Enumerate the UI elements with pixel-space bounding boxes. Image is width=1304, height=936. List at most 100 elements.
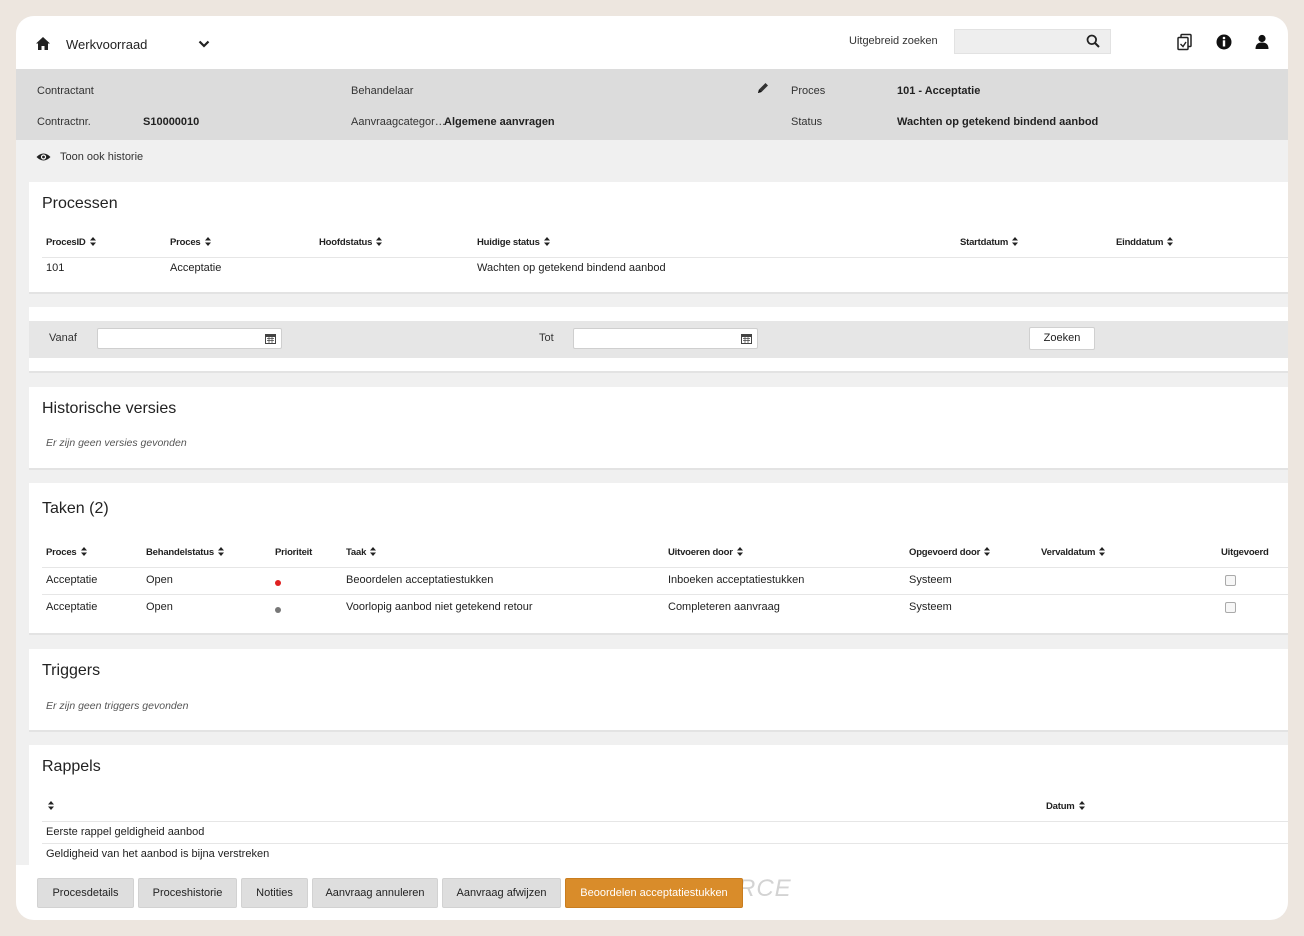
col-prioriteit: Prioriteit [275, 547, 313, 558]
sort-icon [1099, 547, 1106, 556]
task-proces-cell: Acceptatie [46, 601, 98, 613]
task-opgevoerd-door-cell: Systeem [909, 601, 952, 613]
status-label: Status [791, 116, 823, 128]
contractnr-value: S10000010 [143, 116, 200, 128]
col-datum[interactable]: Datum [1046, 801, 1085, 812]
status-value: Wachten op getekend bindend aanbod [897, 116, 1099, 128]
taken-panel: Taken (2) Proces Behandelstatus Priorite… [29, 483, 1288, 635]
top-bar: Werkvoorraad Uitgebreid zoeken [16, 16, 1288, 69]
col-proces[interactable]: Proces [170, 237, 211, 248]
info-icon[interactable] [1215, 33, 1233, 51]
col-proces[interactable]: Proces [46, 547, 87, 558]
beoordelen-acceptatiestukken-button[interactable]: Beoordelen acceptatiestukken [565, 878, 743, 908]
col-taak[interactable]: Taak [346, 547, 377, 558]
historische-versies-panel: Historische versies Er zijn geen versies… [29, 387, 1288, 470]
col-einddatum[interactable]: Einddatum [1116, 237, 1174, 248]
uitgevoerd-checkbox[interactable] [1225, 575, 1236, 586]
rappel-cell: Geldigheid van het aanbod is bijna verst… [46, 848, 270, 860]
vanaf-label: Vanaf [49, 332, 77, 344]
rappel-cell: Eerste rappel geldigheid aanbod [46, 826, 205, 838]
app-title[interactable]: Werkvoorraad [66, 37, 147, 52]
task-taak-cell[interactable]: Beoordelen acceptatiestukken [346, 574, 493, 586]
col-rappel[interactable] [48, 801, 54, 812]
row-divider [42, 594, 1288, 595]
task-uitvoeren-door-cell: Inboeken acceptatiestukken [668, 574, 805, 586]
contract-info-header: Contractant Contractnr. S10000010 Behand… [16, 69, 1288, 140]
notities-button[interactable]: Notities [241, 878, 308, 908]
show-history-label: Toon ook historie [60, 151, 144, 163]
sort-icon [204, 237, 211, 246]
copy-document-icon[interactable] [1176, 33, 1194, 51]
pencil-icon[interactable] [757, 82, 769, 94]
priority-high-dot [275, 580, 281, 586]
proces-cell: Acceptatie [170, 262, 222, 274]
vanaf-date-input[interactable] [97, 328, 282, 349]
sort-icon [370, 547, 377, 556]
task-behandelstatus-cell: Open [146, 574, 173, 586]
sort-icon [1012, 237, 1019, 246]
uitgevoerd-checkbox[interactable] [1225, 602, 1236, 613]
app-screen: Werkvoorraad Uitgebreid zoeken Contracta… [16, 16, 1288, 920]
proces-label: Proces [791, 85, 826, 97]
calendar-icon[interactable] [741, 333, 752, 344]
sort-icon [48, 801, 54, 810]
col-uitvoeren-door[interactable]: Uitvoeren door [668, 547, 743, 558]
triggers-title: Triggers [42, 662, 101, 679]
proceshistorie-button[interactable]: Proceshistorie [138, 878, 237, 908]
task-taak-cell[interactable]: Voorlopig aanbod niet getekend retour [346, 601, 533, 613]
advanced-search-link[interactable]: Uitgebreid zoeken [849, 35, 938, 47]
col-startdatum[interactable]: Startdatum [960, 237, 1019, 248]
procesid-cell[interactable]: 101 [46, 262, 64, 274]
col-behandelstatus[interactable]: Behandelstatus [146, 547, 224, 558]
aanvraagcategorie-label: Aanvraagcategor… [351, 116, 446, 128]
processen-panel: Processen ProcesID Proces Hoofdstatus Hu… [29, 182, 1288, 294]
col-vervaldatum[interactable]: Vervaldatum [1041, 547, 1106, 558]
sort-icon [984, 547, 991, 556]
watermark-text: RCE [738, 875, 792, 902]
sort-icon [376, 237, 383, 246]
aanvraag-afwijzen-button[interactable]: Aanvraag afwijzen [442, 878, 561, 908]
action-bar: RCE Procesdetails Proceshistorie Notitie… [16, 865, 1288, 920]
taken-title: Taken (2) [42, 500, 109, 517]
search-icon[interactable] [1086, 34, 1100, 48]
calendar-icon[interactable] [265, 333, 276, 344]
sort-icon [736, 547, 743, 556]
device-frame: Werkvoorraad Uitgebreid zoeken Contracta… [0, 0, 1304, 936]
row-divider [42, 567, 1288, 568]
user-icon[interactable] [1253, 33, 1271, 51]
col-uitgevoerd: Uitgevoerd [1221, 547, 1269, 558]
tot-label: Tot [539, 332, 554, 344]
sort-icon [80, 547, 87, 556]
historische-versies-title: Historische versies [42, 400, 177, 417]
date-filter-bar: Vanaf Tot Zoeken [29, 321, 1288, 358]
row-divider [42, 821, 1288, 822]
zoeken-button[interactable]: Zoeken [1029, 327, 1095, 350]
col-hoofdstatus[interactable]: Hoofdstatus [319, 237, 383, 248]
procesdetails-button[interactable]: Procesdetails [37, 878, 134, 908]
priority-normal-dot [275, 607, 281, 613]
row-divider [42, 257, 1288, 258]
aanvraagcategorie-value: Algemene aanvragen [444, 116, 555, 128]
col-huidige-status[interactable]: Huidige status [477, 237, 550, 248]
empty-versions-text: Er zijn geen versies gevonden [46, 437, 187, 449]
task-opgevoerd-door-cell: Systeem [909, 574, 952, 586]
row-divider [42, 843, 1288, 844]
col-procesid[interactable]: ProcesID [46, 237, 96, 248]
proces-value: 101 - Acceptatie [897, 85, 981, 97]
behandelaar-label: Behandelaar [351, 85, 414, 97]
task-uitvoeren-door-cell: Completeren aanvraag [668, 601, 780, 613]
aanvraag-annuleren-button[interactable]: Aanvraag annuleren [312, 878, 438, 908]
sort-icon [1167, 237, 1174, 246]
chevron-down-icon[interactable] [198, 39, 210, 49]
task-proces-cell: Acceptatie [46, 574, 98, 586]
processen-title: Processen [42, 195, 118, 212]
task-behandelstatus-cell: Open [146, 601, 173, 613]
tot-date-input[interactable] [573, 328, 758, 349]
col-opgevoerd-door[interactable]: Opgevoerd door [909, 547, 991, 558]
rappels-panel: Rappels Datum Eerste rappel geldigheid a… [29, 745, 1288, 875]
eye-icon [36, 153, 51, 161]
home-icon[interactable] [36, 37, 50, 50]
rappels-title: Rappels [42, 758, 101, 775]
contractnr-label: Contractnr. [37, 116, 91, 128]
sort-icon [543, 237, 550, 246]
